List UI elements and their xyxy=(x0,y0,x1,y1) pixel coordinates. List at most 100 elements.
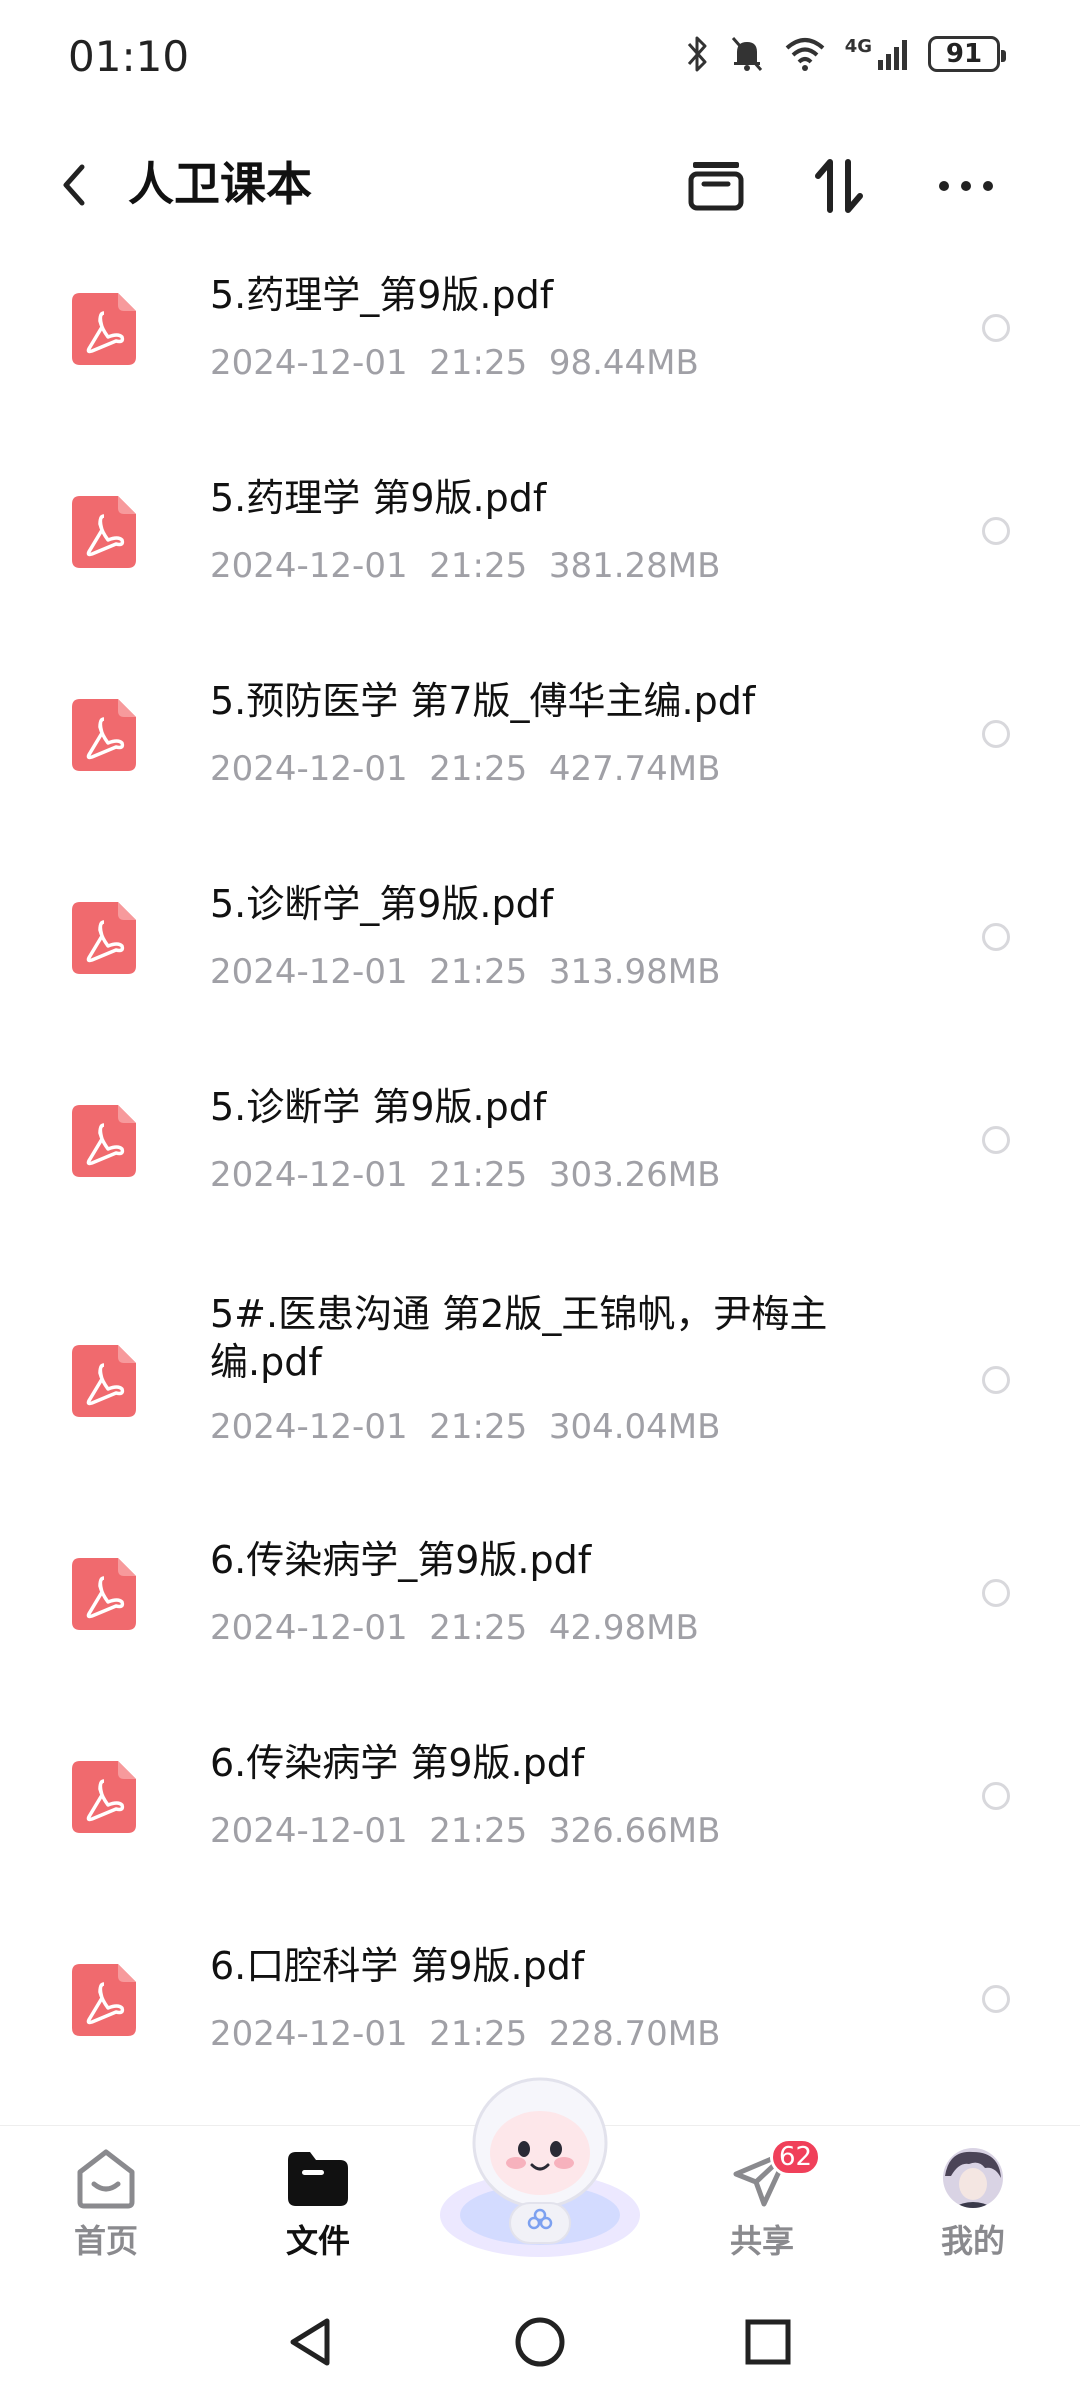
tab-me[interactable]: 我的 xyxy=(903,2146,1043,2262)
select-radio[interactable] xyxy=(982,517,1010,545)
nav-recents-button[interactable] xyxy=(733,2307,803,2377)
select-radio[interactable] xyxy=(982,1126,1010,1154)
sort-icon xyxy=(815,159,863,213)
file-date: 2024-12-01 xyxy=(210,1155,408,1195)
assistant-mascot-button[interactable] xyxy=(430,2065,650,2265)
file-name: 5#.医患沟通 第2版_王锦帆，尹梅主编.pdf xyxy=(210,1292,828,1384)
file-meta: 2024-12-01 21:25 326.66MB xyxy=(210,1811,720,1851)
file-meta: 2024-12-01 21:25 42.98MB xyxy=(210,1608,699,1648)
file-time: 21:25 xyxy=(429,1608,528,1648)
battery-indicator: 91 xyxy=(928,36,1006,72)
file-name: 6.传染病学_第9版.pdf xyxy=(210,1538,592,1582)
tab-files-label: 文件 xyxy=(285,2222,350,2260)
pdf-file-icon xyxy=(72,902,136,974)
file-date: 2024-12-01 xyxy=(210,1608,408,1648)
tab-files[interactable]: 文件 xyxy=(248,2146,388,2262)
bell-muted-icon xyxy=(731,37,762,71)
file-row[interactable]: 6.传染病学_第9版.pdf 2024-12-01 21:25 42.98MB xyxy=(0,1520,1080,1723)
file-size: 381.28MB xyxy=(548,546,721,586)
file-time: 21:25 xyxy=(429,1155,528,1195)
back-button[interactable] xyxy=(48,155,98,215)
wifi-icon xyxy=(785,38,825,71)
file-name: 6.传染病学 第9版.pdf xyxy=(210,1741,585,1785)
file-row[interactable]: 5.诊断学_第9版.pdf 2024-12-01 21:25 313.98MB xyxy=(0,864,1080,1067)
file-meta: 2024-12-01 21:25 381.28MB xyxy=(210,546,720,586)
select-radio[interactable] xyxy=(982,1366,1010,1394)
file-date: 2024-12-01 xyxy=(210,1811,408,1851)
nav-home-icon xyxy=(515,2317,565,2367)
nav-home-button[interactable] xyxy=(505,2307,575,2377)
page-title: 人卫课本 xyxy=(128,157,312,211)
file-size: 228.70MB xyxy=(548,2014,721,2054)
file-date: 2024-12-01 xyxy=(210,749,408,789)
file-size: 303.26MB xyxy=(548,1155,721,1195)
file-time: 21:25 xyxy=(429,1407,528,1447)
pdf-file-icon xyxy=(72,1345,136,1417)
file-meta: 2024-12-01 21:25 427.74MB xyxy=(210,749,720,789)
sort-button[interactable] xyxy=(800,150,880,222)
file-date: 2024-12-01 xyxy=(210,343,408,383)
bluetooth-icon xyxy=(687,36,707,72)
tab-home[interactable]: 首页 xyxy=(36,2146,176,2262)
file-row[interactable]: 5.预防医学 第7版_傅华主编.pdf 2024-12-01 21:25 427… xyxy=(0,661,1080,864)
file-time: 21:25 xyxy=(429,1811,528,1851)
file-size: 326.66MB xyxy=(548,1811,721,1851)
pdf-file-icon xyxy=(72,1964,136,2036)
pdf-file-icon xyxy=(72,1558,136,1630)
more-button[interactable] xyxy=(926,150,1006,222)
home-icon xyxy=(77,2149,135,2209)
file-name: 6.口腔科学 第9版.pdf xyxy=(210,1944,585,1988)
file-name: 5.诊断学_第9版.pdf xyxy=(210,882,554,926)
file-name: 5.药理学 第9版.pdf xyxy=(210,476,547,520)
share-badge: 62 xyxy=(770,2138,822,2176)
signal-icon xyxy=(878,40,907,70)
select-radio[interactable] xyxy=(982,314,1010,342)
select-radio[interactable] xyxy=(982,1782,1010,1810)
select-radio[interactable] xyxy=(982,923,1010,951)
file-name: 5.预防医学 第7版_傅华主编.pdf xyxy=(210,679,756,723)
tab-share[interactable]: 62 共享 xyxy=(692,2138,832,2262)
more-icon xyxy=(939,181,993,191)
file-size: 42.98MB xyxy=(548,1608,699,1648)
file-row[interactable]: 6.传染病学 第9版.pdf 2024-12-01 21:25 326.66MB xyxy=(0,1723,1080,1926)
status-bar: 01:10 4G 91 xyxy=(0,0,1080,120)
file-date: 2024-12-01 xyxy=(210,952,408,992)
select-radio[interactable] xyxy=(982,1579,1010,1607)
system-navigation-bar xyxy=(0,2285,1080,2403)
file-row[interactable]: 5#.医患沟通 第2版_王锦帆，尹梅主编.pdf 2024-12-01 21:2… xyxy=(0,1270,1080,1520)
top-app-bar: 人卫课本 xyxy=(0,130,1080,240)
nav-back-icon xyxy=(290,2318,330,2366)
select-radio[interactable] xyxy=(982,720,1010,748)
file-name: 5.诊断学 第9版.pdf xyxy=(210,1085,547,1129)
file-meta: 2024-12-01 21:25 98.44MB xyxy=(210,343,699,383)
tab-me-label: 我的 xyxy=(940,2222,1005,2260)
file-row[interactable]: 5.药理学 第9版.pdf 2024-12-01 21:25 381.28MB xyxy=(0,458,1080,661)
archive-icon xyxy=(688,162,744,211)
file-size: 304.04MB xyxy=(548,1407,721,1447)
file-time: 21:25 xyxy=(429,952,528,992)
file-time: 21:25 xyxy=(429,2014,528,2054)
pdf-file-icon xyxy=(72,1105,136,1177)
pdf-file-icon xyxy=(72,699,136,771)
file-meta: 2024-12-01 21:25 303.26MB xyxy=(210,1155,720,1195)
file-date: 2024-12-01 xyxy=(210,2014,408,2054)
network-type: 4G xyxy=(844,35,872,57)
nav-recents-icon xyxy=(745,2319,791,2365)
file-size: 98.44MB xyxy=(548,343,699,383)
folder-icon xyxy=(288,2152,348,2206)
select-radio[interactable] xyxy=(982,1985,1010,2013)
nav-back-button[interactable] xyxy=(275,2307,345,2377)
file-meta: 2024-12-01 21:25 228.70MB xyxy=(210,2014,720,2054)
file-meta: 2024-12-01 21:25 313.98MB xyxy=(210,952,720,992)
status-icons: 4G 91 xyxy=(685,32,1006,76)
file-size: 427.74MB xyxy=(548,749,721,789)
file-row[interactable]: 5.诊断学 第9版.pdf 2024-12-01 21:25 303.26MB xyxy=(0,1067,1080,1270)
file-date: 2024-12-01 xyxy=(210,546,408,586)
file-time: 21:25 xyxy=(429,546,528,586)
file-row[interactable]: 5.药理学_第9版.pdf 2024-12-01 21:25 98.44MB xyxy=(0,255,1080,458)
file-time: 21:25 xyxy=(429,749,528,789)
tab-share-label: 共享 xyxy=(729,2222,794,2260)
file-meta: 2024-12-01 21:25 304.04MB xyxy=(210,1407,720,1447)
archive-button[interactable] xyxy=(676,150,756,222)
tab-home-label: 首页 xyxy=(73,2222,138,2260)
